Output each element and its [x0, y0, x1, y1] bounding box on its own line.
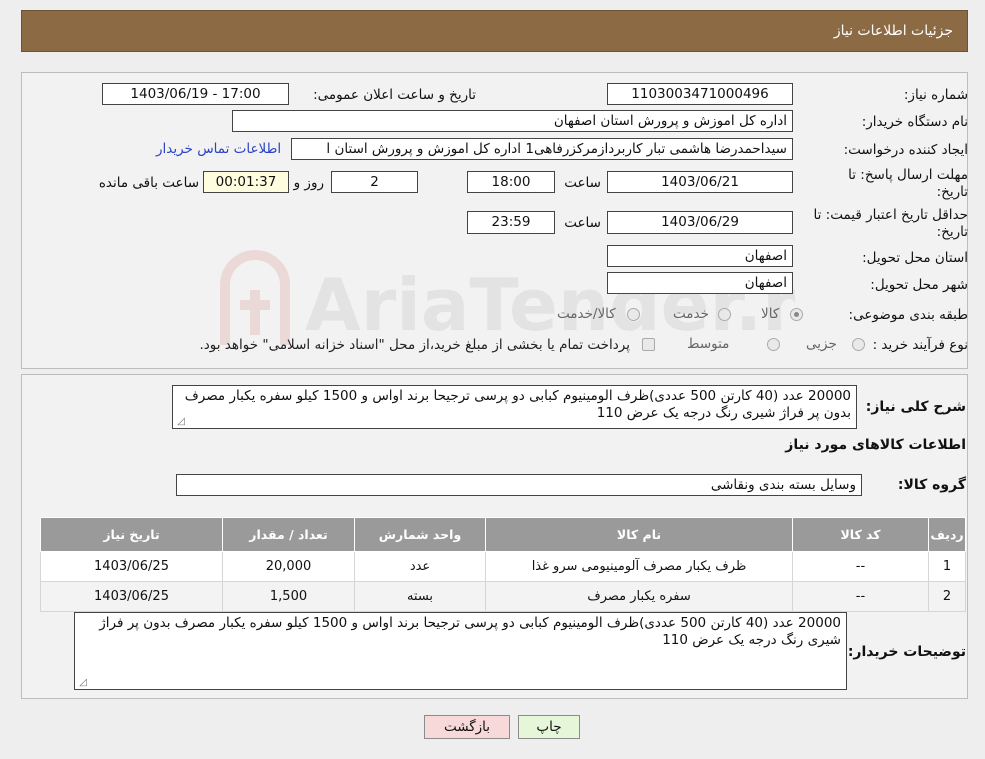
treasury-checkbox[interactable]: [642, 338, 655, 351]
back-button[interactable]: بازگشت: [424, 715, 510, 739]
announce-label: تاریخ و ساعت اعلان عمومی:: [313, 87, 476, 103]
col-quantity: تعداد / مقدار: [222, 517, 355, 552]
city-field: اصفهان: [607, 272, 793, 294]
category-goods-service-label: کالا/خدمت: [557, 306, 616, 322]
need-number-field: 1103003471000496: [607, 83, 793, 105]
need-number-label: شماره نیاز:: [903, 87, 968, 103]
col-row: ردیف: [928, 517, 966, 552]
table-row: 2 -- سفره یکبار مصرف بسته 1,500 1403/06/…: [40, 581, 966, 612]
process-minor-radio[interactable]: [852, 338, 865, 351]
province-field: اصفهان: [607, 245, 793, 267]
cell-code: --: [792, 581, 929, 612]
col-name: نام کالا: [485, 517, 793, 552]
goods-table: ردیف کد کالا نام کالا واحد شمارش تعداد /…: [40, 517, 966, 612]
goods-section-title: اطلاعات کالاهای مورد نیاز: [785, 437, 966, 453]
cell-need-date: 1403/06/25: [40, 581, 223, 612]
deadline-hour-label: ساعت: [564, 175, 601, 191]
cell-code: --: [792, 551, 929, 582]
cell-unit: بسته: [354, 581, 486, 612]
print-button[interactable]: چاپ: [518, 715, 580, 739]
deadline-label: مهلت ارسال پاسخ: تا: [848, 167, 968, 183]
validity-hour-label: ساعت: [564, 215, 601, 231]
goods-group-label: گروه کالا:: [897, 477, 966, 493]
category-service-radio[interactable]: [718, 308, 731, 321]
cell-quantity: 20,000: [222, 551, 355, 582]
buyer-notes-label: توضیحات خریدار:: [847, 644, 966, 660]
cell-need-date: 1403/06/25: [40, 551, 223, 582]
col-code: کد کالا: [792, 517, 929, 552]
deadline-date-field: 1403/06/21: [607, 171, 793, 193]
description-field: 20000 عدد (40 کارتن 500 عددی)ظرف الومینی…: [172, 385, 857, 429]
category-label: طبقه بندی موضوعی:: [848, 307, 968, 323]
cell-unit: عدد: [354, 551, 486, 582]
city-label: شهر محل تحویل:: [870, 277, 968, 293]
cell-row: 1: [928, 551, 966, 582]
validity-time-field: 23:59: [467, 211, 555, 234]
validity-label-date: تاریخ:: [936, 224, 968, 240]
buyer-org-label: نام دستگاه خریدار:: [861, 114, 968, 130]
resize-handle-icon[interactable]: ◿: [175, 417, 185, 427]
deadline-label-date: تاریخ:: [936, 184, 968, 200]
buyer-org-field: اداره کل اموزش و پرورش استان اصفهان: [232, 110, 793, 132]
page-title: جزئیات اطلاعات نیاز: [833, 23, 953, 39]
description-text: 20000 عدد (40 کارتن 500 عددی)ظرف الومینی…: [184, 388, 851, 421]
description-label: شرح کلی نیاز:: [865, 399, 966, 415]
deadline-time-field: 18:00: [467, 171, 555, 193]
remaining-time-field: 00:01:37: [203, 171, 289, 193]
buyer-notes-text: 20000 عدد (40 کارتن 500 عددی)ظرف الومینی…: [99, 615, 841, 648]
validity-label: حداقل تاریخ اعتبار قیمت: تا: [813, 207, 968, 223]
process-note: پرداخت تمام یا بخشی از مبلغ خرید،از محل …: [199, 337, 630, 353]
days-label: روز و: [293, 175, 324, 191]
days-field: 2: [331, 171, 418, 193]
buyer-contact-link[interactable]: اطلاعات تماس خریدار: [156, 141, 281, 157]
process-minor-label: جزیی: [806, 336, 837, 352]
goods-group-field: وسایل بسته بندی ونقاشی: [176, 474, 862, 496]
process-medium-radio[interactable]: [767, 338, 780, 351]
cell-name: سفره یکبار مصرف: [485, 581, 793, 612]
category-service-label: خدمت: [673, 306, 709, 322]
resize-handle-icon[interactable]: ◿: [77, 678, 87, 688]
announce-field: 1403/06/19 - 17:00: [102, 83, 289, 105]
remaining-label: ساعت باقی مانده: [98, 175, 199, 191]
category-goods-service-radio[interactable]: [627, 308, 640, 321]
col-unit: واحد شمارش: [354, 517, 486, 552]
category-goods-label: کالا: [761, 306, 780, 322]
process-medium-label: متوسط: [687, 336, 730, 352]
category-goods-radio[interactable]: [790, 308, 803, 321]
table-row: 1 -- ظرف یکبار مصرف آلومینیومی سرو غذا ع…: [40, 551, 966, 582]
cell-quantity: 1,500: [222, 581, 355, 612]
col-need-date: تاریخ نیاز: [40, 517, 223, 552]
validity-date-field: 1403/06/29: [607, 211, 793, 234]
goods-table-header: ردیف کد کالا نام کالا واحد شمارش تعداد /…: [40, 517, 966, 552]
cell-name: ظرف یکبار مصرف آلومینیومی سرو غذا: [485, 551, 793, 582]
buyer-notes-field: 20000 عدد (40 کارتن 500 عددی)ظرف الومینی…: [74, 612, 847, 690]
cell-row: 2: [928, 581, 966, 612]
province-label: استان محل تحویل:: [862, 250, 968, 266]
requester-label: ایجاد کننده درخواست:: [843, 142, 968, 158]
page-header: جزئیات اطلاعات نیاز: [21, 10, 968, 52]
requester-field: سیداحمدرضا هاشمی تبار کاربردازمرکزرفاهی1…: [291, 138, 793, 160]
process-label: نوع فرآیند خرید :: [872, 337, 968, 353]
